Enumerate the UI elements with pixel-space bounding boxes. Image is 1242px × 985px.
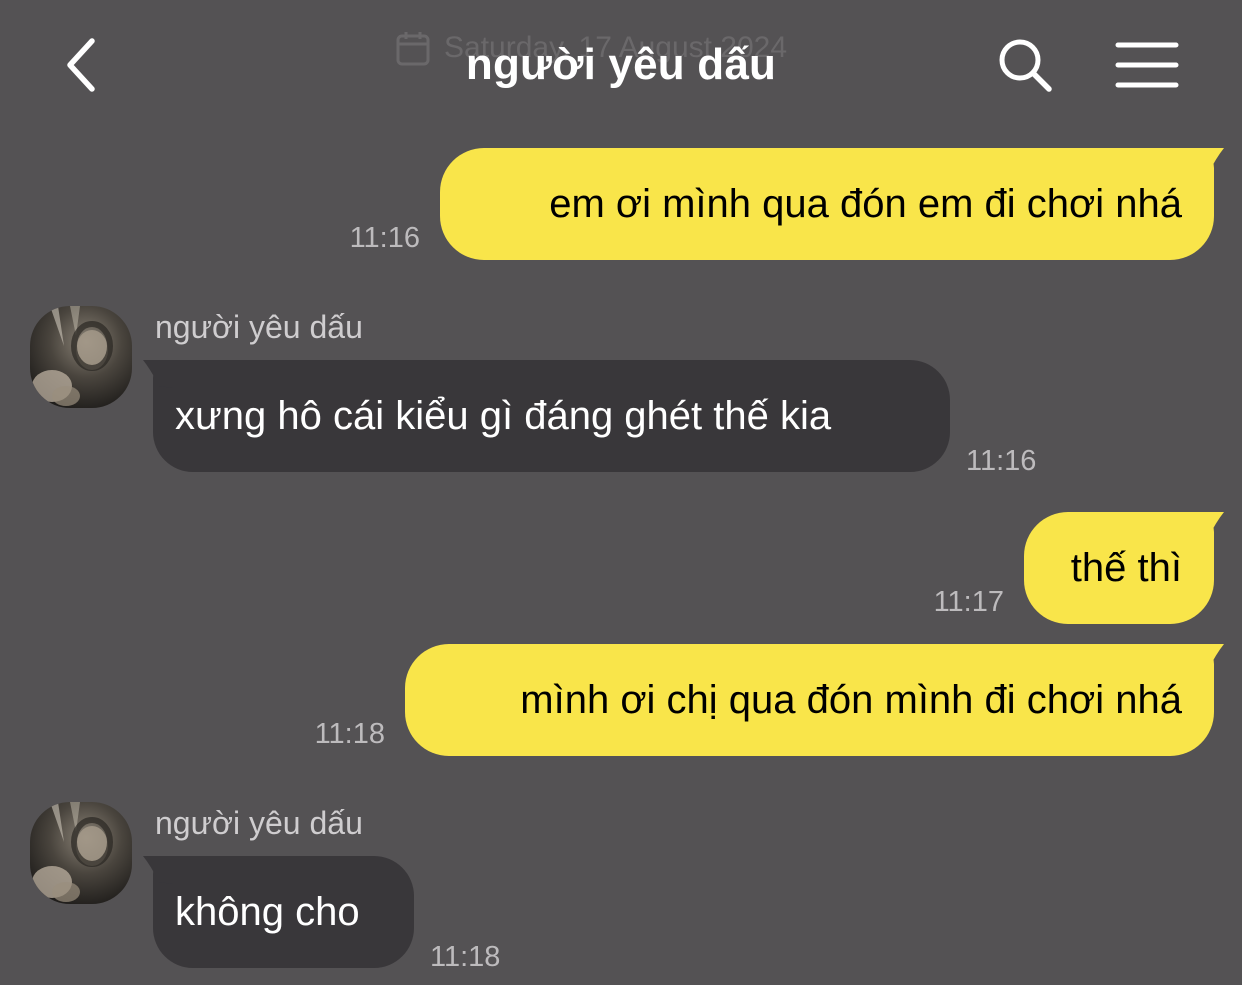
sender-name: người yêu dấu [155, 309, 363, 345]
message-timestamp: 11:18 [430, 941, 501, 973]
avatar-photo [30, 802, 132, 904]
avatar[interactable] [30, 802, 132, 904]
chat-header: Saturday, 17 August 2024 người yêu dấu [0, 0, 1242, 130]
bubble-tail [1194, 644, 1224, 672]
message-text: xưng hô cái kiểu gì đáng ghét thế kia [175, 394, 832, 438]
message-text: thế thì [1070, 546, 1182, 590]
bubble-tail [1194, 148, 1224, 176]
bubble-tail [143, 856, 173, 884]
message-timestamp: 11:16 [349, 222, 420, 254]
menu-button[interactable] [1110, 35, 1184, 95]
search-button[interactable] [990, 30, 1060, 100]
outgoing-message-bubble[interactable]: thế thì [1024, 512, 1224, 624]
message-text: không cho [175, 890, 360, 934]
bubble-tail [143, 360, 173, 388]
avatar[interactable] [30, 306, 132, 408]
avatar-photo [30, 306, 132, 408]
outgoing-message-bubble[interactable]: mình ơi chị qua đón mình đi chơi nhá [405, 644, 1224, 756]
message-text: em ơi mình qua đón em đi chơi nhá [549, 182, 1182, 226]
message-timestamp: 11:16 [966, 445, 1037, 477]
sender-name: người yêu dấu [155, 805, 363, 841]
outgoing-message-bubble[interactable]: em ơi mình qua đón em đi chơi nhá [440, 148, 1224, 260]
search-icon [999, 39, 1052, 92]
bubble-tail [1194, 512, 1224, 540]
incoming-message-bubble[interactable]: không cho [143, 856, 414, 968]
message-timestamp: 11:17 [933, 586, 1004, 618]
message-text: mình ơi chị qua đón mình đi chơi nhá [520, 678, 1182, 722]
message-timestamp: 11:18 [314, 718, 385, 750]
incoming-message-bubble[interactable]: xưng hô cái kiểu gì đáng ghét thế kia [143, 360, 950, 472]
hamburger-menu-icon [1115, 42, 1179, 88]
